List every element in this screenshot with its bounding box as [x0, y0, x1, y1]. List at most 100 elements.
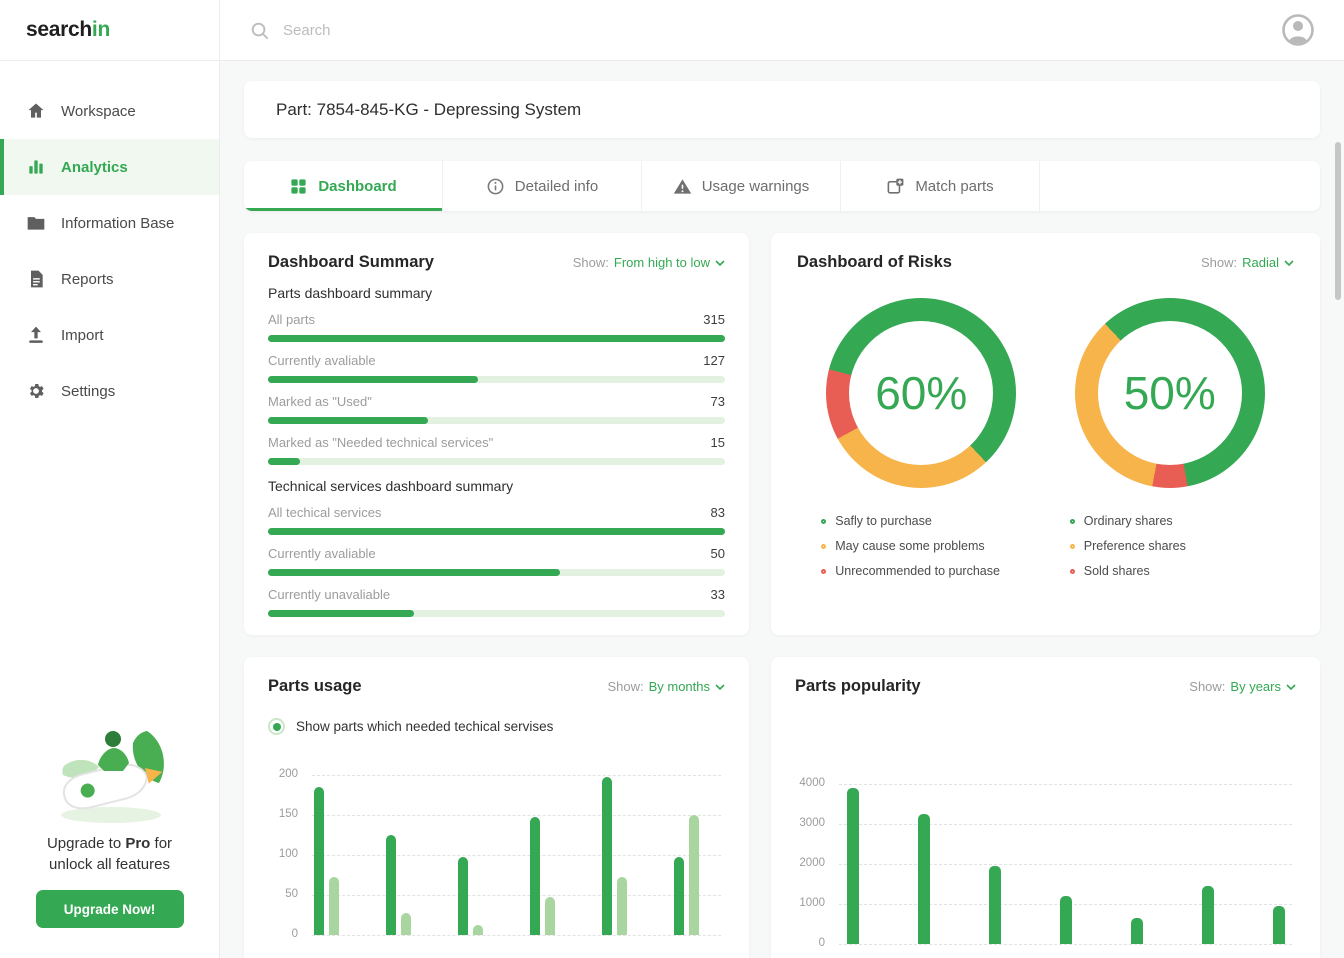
vertical-scrollbar-thumb[interactable]: [1335, 142, 1341, 300]
chevron-down-icon: [1286, 683, 1296, 690]
tab-label: Dashboard: [318, 177, 397, 195]
gridline: [312, 855, 721, 856]
show-value: By years: [1230, 679, 1281, 694]
chart-bar: [386, 835, 396, 935]
sidebar-item-analytics[interactable]: Analytics: [0, 139, 219, 195]
y-axis-tick: 4000: [799, 777, 825, 789]
summary-stat: Currently avaliable 50: [268, 546, 725, 576]
donut-percent: 60%: [875, 367, 968, 419]
risk-donut: 50%: [1074, 298, 1265, 488]
donut-legend: Safly to purchase May cause some problems…: [821, 514, 1021, 578]
upgrade-promo: Upgrade to Pro for unlock all features U…: [0, 713, 219, 958]
chart-bar: [329, 877, 339, 935]
sidebar-item-label: Reports: [61, 270, 114, 288]
sidebar-item-information-base[interactable]: Information Base: [0, 195, 219, 251]
report-icon: [31, 270, 43, 288]
sidebar-item-label: Analytics: [61, 158, 128, 176]
chart-bar: [989, 866, 1001, 944]
summary-show-dropdown[interactable]: Show: From high to low: [573, 255, 725, 270]
summary-sections: Parts dashboard summary All parts 315 Curre…: [268, 285, 725, 617]
tab-dashboard[interactable]: Dashboard: [244, 161, 443, 211]
donut-legend: Ordinary shares Preference shares Sold sha…: [1069, 514, 1270, 578]
tab-label: Match parts: [915, 177, 994, 195]
legend-label: May cause some problems: [835, 539, 985, 553]
chevron-down-icon: [1284, 259, 1294, 266]
donuts-row: 60% Safly to purchase May cause some probl…: [797, 298, 1294, 578]
gridline: [839, 944, 1292, 945]
summary-stat: Marked as "Used" 73: [268, 394, 725, 424]
show-value: From high to low: [613, 255, 710, 270]
progress-fill: [268, 335, 725, 342]
gridline: [839, 824, 1292, 825]
upgrade-illustration: [60, 730, 164, 823]
chart-bar: [530, 817, 540, 935]
search-input[interactable]: [281, 20, 1266, 40]
summary-section-heading: Parts dashboard summary: [268, 285, 433, 301]
sidebar-item-reports[interactable]: Reports: [0, 251, 219, 307]
gridline: [312, 775, 721, 776]
card-title: Parts usage: [268, 677, 362, 695]
info-icon: [487, 178, 504, 194]
legend-dot-icon: [821, 518, 827, 524]
progress-track: [268, 458, 725, 465]
usage-show-dropdown[interactable]: Show: By months: [607, 679, 725, 694]
radio-button[interactable]: [268, 718, 285, 735]
show-label: Show:: [607, 679, 644, 694]
gridline: [839, 864, 1292, 865]
sidebar-item-settings[interactable]: Settings: [0, 363, 219, 419]
show-label: Show:: [1201, 255, 1238, 270]
chart-bar: [458, 857, 468, 935]
user-avatar[interactable]: [1278, 10, 1318, 50]
sidebar-item-label: Import: [61, 326, 104, 344]
plot-area: [839, 784, 1292, 945]
sidebar-item-workspace[interactable]: Workspace: [0, 83, 219, 139]
progress-track: [268, 610, 725, 617]
dashboard-of-risks-card: Dashboard of Risks Show: Radial 60% Safly…: [771, 233, 1320, 635]
legend-label: Ordinary shares: [1083, 514, 1173, 528]
tab-usage-warnings[interactable]: Usage warnings: [642, 161, 841, 211]
stat-value: 50: [710, 546, 725, 561]
progress-fill: [268, 528, 725, 535]
upgrade-text: Upgrade to Pro for unlock all features: [47, 833, 172, 877]
upgrade-now-button[interactable]: Upgrade Now!: [35, 890, 184, 928]
sidebar-item-label: Workspace: [61, 102, 136, 120]
chart-bar: [617, 877, 627, 935]
stat-value: 315: [703, 312, 725, 327]
y-axis-tick: 1000: [799, 897, 825, 909]
progress-track: [268, 376, 725, 383]
risks-show-dropdown[interactable]: Show: Radial: [1201, 255, 1294, 270]
progress-fill: [268, 376, 479, 383]
tab-match-parts[interactable]: Match parts: [841, 161, 1040, 211]
y-axis-tick: 0: [291, 928, 298, 940]
parts-popularity-chart: 4000 3000 2000 1000 0: [795, 777, 1296, 958]
sidebar-item-import[interactable]: Import: [0, 307, 219, 363]
legend-dot-icon: [1069, 518, 1075, 524]
stat-label: Currently avaliable: [268, 546, 376, 561]
tab-label: Usage warnings: [701, 177, 810, 195]
stat-label: All parts: [268, 312, 315, 327]
dashboard-summary-card: Dashboard Summary Show: From high to low…: [244, 233, 749, 635]
chart-bar: [314, 787, 324, 935]
chart-bar: [473, 925, 483, 935]
avatar-icon: [1282, 14, 1314, 46]
card-title: Dashboard of Risks: [797, 253, 952, 271]
legend-dot-icon: [1069, 568, 1075, 574]
chart-bar: [674, 857, 684, 935]
warning-icon: [673, 178, 691, 194]
popularity-show-dropdown[interactable]: Show: By years: [1189, 679, 1296, 694]
donut-hole: 60%: [849, 321, 994, 465]
dashboard-icon: [291, 178, 306, 194]
stat-label: Marked as "Needed technical services": [268, 435, 494, 450]
y-axis: 200 150 100 50 0: [268, 768, 300, 940]
chart-bar: [918, 814, 930, 944]
progress-fill: [268, 569, 561, 576]
tab-detailed-info[interactable]: Detailed info: [443, 161, 642, 211]
usage-filter-radio-row: Show parts which needed techical servise…: [268, 718, 725, 735]
donut-hole: 50%: [1097, 321, 1242, 465]
show-value: By months: [648, 679, 710, 694]
stat-label: Marked as "Used": [268, 394, 372, 409]
legend-item: Safly to purchase: [821, 514, 1021, 528]
chart-bar: [1273, 906, 1285, 944]
gear-icon: [29, 384, 44, 398]
topbar: searchin: [0, 0, 1344, 61]
